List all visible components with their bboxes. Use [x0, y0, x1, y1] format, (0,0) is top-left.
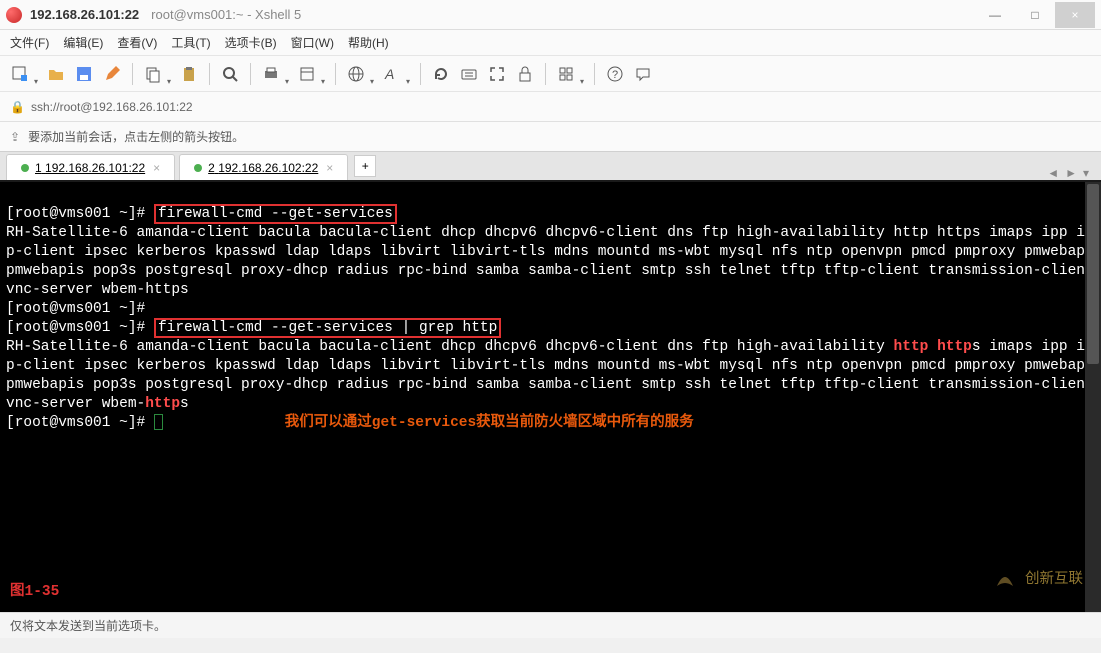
minimize-button[interactable]: —	[975, 2, 1015, 28]
paste-button[interactable]	[177, 62, 201, 86]
address-text: ssh://root@192.168.26.101:22	[31, 100, 193, 114]
chat-icon[interactable]	[631, 62, 655, 86]
globe-icon[interactable]	[344, 62, 368, 86]
menu-window[interactable]: 窗口(W)	[291, 34, 334, 51]
tab-next-icon[interactable]: ►	[1065, 166, 1077, 180]
prompt: [root@vms001 ~]#	[6, 206, 154, 222]
toolbar-separator	[335, 63, 336, 85]
help-icon[interactable]: ?	[603, 62, 627, 86]
font-button[interactable]: A	[380, 62, 404, 86]
status-dot-icon	[21, 164, 29, 172]
toolbar-separator	[545, 63, 546, 85]
menu-file[interactable]: 文件(F)	[10, 34, 49, 51]
grep-match: http	[145, 396, 180, 412]
command-highlight: firewall-cmd --get-services | grep http	[154, 318, 501, 338]
toolbar-separator	[250, 63, 251, 85]
window-title-ip: 192.168.26.101:22	[30, 7, 139, 22]
toolbar-separator	[594, 63, 595, 85]
terminal-output: RH-Satellite-6 amanda-client bacula bacu…	[6, 225, 1101, 298]
terminal-output: s	[180, 396, 189, 412]
status-text: 仅将文本发送到当前选项卡。	[10, 617, 166, 634]
terminal-output: RH-Satellite-6 amanda-client bacula bacu…	[6, 339, 894, 355]
hint-bar: ⇪ 要添加当前会话，点击左侧的箭头按钮。	[0, 122, 1101, 152]
print-button[interactable]	[259, 62, 283, 86]
tab-label: 192.168.26.101:22	[45, 161, 145, 175]
close-button[interactable]: ×	[1055, 2, 1095, 28]
prompt: [root@vms001 ~]#	[6, 301, 145, 317]
add-tab-button[interactable]: +	[354, 155, 376, 177]
menu-help[interactable]: 帮助(H)	[348, 34, 389, 51]
menu-bar: 文件(F) 编辑(E) 查看(V) 工具(T) 选项卡(B) 窗口(W) 帮助(…	[0, 30, 1101, 56]
tab-nav: ◄ ► ▾	[1047, 166, 1095, 180]
grid-icon[interactable]	[554, 62, 578, 86]
new-session-button[interactable]	[8, 62, 32, 86]
grep-match: http	[937, 339, 972, 355]
copy-button[interactable]	[141, 62, 165, 86]
toolbar-separator	[420, 63, 421, 85]
window-controls: — □ ×	[975, 2, 1095, 28]
hint-text: 要添加当前会话，点击左侧的箭头按钮。	[28, 128, 244, 145]
tab-session-1[interactable]: 1 192.168.26.101:22 ×	[6, 154, 175, 180]
cursor-icon	[154, 414, 163, 430]
scrollbar[interactable]	[1085, 182, 1101, 612]
status-bar: 仅将文本发送到当前选项卡。	[0, 612, 1101, 638]
app-logo-icon	[6, 7, 22, 23]
prompt: [root@vms001 ~]#	[6, 320, 154, 336]
svg-text:A: A	[384, 66, 394, 82]
menu-tabs[interactable]: 选项卡(B)	[225, 34, 277, 51]
keyboard-icon[interactable]	[457, 62, 481, 86]
figure-label: 图1-35	[10, 583, 59, 602]
svg-text:?: ?	[612, 69, 618, 81]
tab-close-icon[interactable]: ×	[153, 161, 160, 175]
tab-bar: 1 192.168.26.101:22 × 2 192.168.26.102:2…	[0, 152, 1101, 182]
tab-close-icon[interactable]: ×	[326, 161, 333, 175]
menu-view[interactable]: 查看(V)	[117, 34, 157, 51]
save-button[interactable]	[72, 62, 96, 86]
watermark: 创新互联	[991, 566, 1083, 594]
scrollbar-thumb[interactable]	[1087, 184, 1099, 364]
edit-icon[interactable]	[100, 62, 124, 86]
search-icon[interactable]	[218, 62, 242, 86]
tab-label: 192.168.26.102:22	[218, 161, 318, 175]
toolbar-separator	[132, 63, 133, 85]
menu-tools[interactable]: 工具(T)	[171, 34, 210, 51]
watermark-logo-icon	[991, 566, 1019, 594]
lock-icon[interactable]	[513, 62, 537, 86]
grep-match: http	[894, 339, 929, 355]
title-bar: 192.168.26.101:22 root@vms001:~ - Xshell…	[0, 0, 1101, 30]
tab-menu-icon[interactable]: ▾	[1083, 166, 1089, 180]
arrow-icon[interactable]: ⇪	[10, 130, 20, 144]
address-bar[interactable]: 🔒 ssh://root@192.168.26.101:22	[0, 92, 1101, 122]
fullscreen-icon[interactable]	[485, 62, 509, 86]
tab-session-2[interactable]: 2 192.168.26.102:22 ×	[179, 154, 348, 180]
tab-number: 2	[208, 161, 215, 175]
tab-prev-icon[interactable]: ◄	[1047, 166, 1059, 180]
refresh-icon[interactable]	[429, 62, 453, 86]
open-button[interactable]	[44, 62, 68, 86]
tab-number: 1	[35, 161, 42, 175]
terminal[interactable]: [root@vms001 ~]# firewall-cmd --get-serv…	[0, 182, 1101, 612]
watermark-text: 创新互联	[1025, 571, 1083, 590]
properties-button[interactable]	[295, 62, 319, 86]
window-title-sub: root@vms001:~ - Xshell 5	[151, 7, 301, 22]
toolbar-separator	[209, 63, 210, 85]
lock-icon: 🔒	[10, 100, 25, 114]
annotation-text: 我们可以通过get-services获取当前防火墙区域中所有的服务	[285, 415, 694, 431]
menu-edit[interactable]: 编辑(E)	[63, 34, 103, 51]
command-highlight: firewall-cmd --get-services	[154, 204, 397, 224]
toolbar: A ?	[0, 56, 1101, 92]
maximize-button[interactable]: □	[1015, 2, 1055, 28]
terminal-output	[928, 339, 937, 355]
status-dot-icon	[194, 164, 202, 172]
prompt: [root@vms001 ~]#	[6, 415, 154, 431]
